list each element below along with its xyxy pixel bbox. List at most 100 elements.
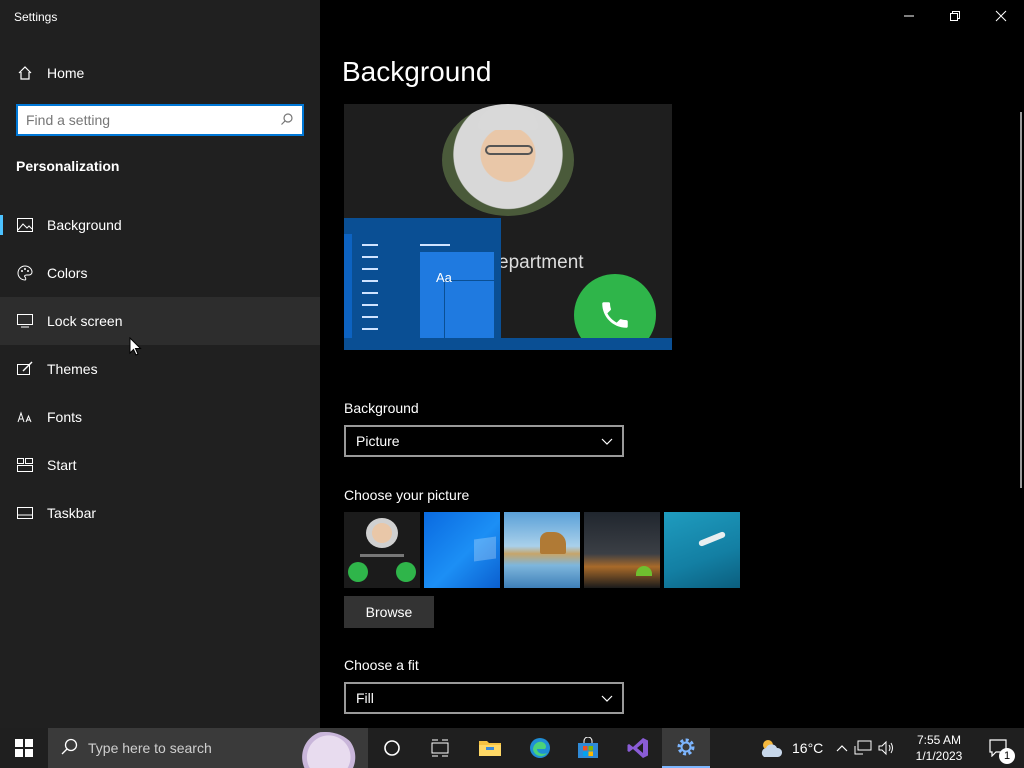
find-setting-input[interactable]	[26, 111, 276, 129]
visual-studio-icon	[627, 738, 648, 758]
nav-home[interactable]: Home	[0, 49, 320, 97]
find-setting-search[interactable]	[16, 104, 304, 136]
cortana-icon	[384, 740, 400, 756]
nav-item-themes[interactable]: Themes	[0, 345, 320, 393]
background-type-dropdown[interactable]: Picture	[344, 425, 624, 457]
nav-item-label: Lock screen	[47, 313, 123, 329]
nav-item-label: Background	[47, 217, 122, 233]
nav-item-label: Themes	[47, 361, 98, 377]
preview-tile-grid	[444, 280, 494, 340]
background-type-value: Picture	[356, 433, 400, 449]
scrollbar[interactable]	[1020, 112, 1022, 488]
close-button[interactable]	[978, 0, 1024, 32]
chevron-down-icon	[600, 691, 614, 710]
thumb-caption	[360, 554, 404, 557]
picture-thumbnail-night-sky[interactable]	[584, 512, 660, 588]
settings-nav-pane: Settings Home Personalization Background…	[0, 0, 320, 728]
taskbar-search-box[interactable]: Type here to search	[48, 728, 368, 768]
home-icon	[16, 64, 34, 82]
microsoft-store-button[interactable]	[564, 728, 612, 768]
cortana-button[interactable]	[368, 728, 416, 768]
thumb-call-icon	[348, 562, 368, 582]
background-preview: epartment Aa	[344, 104, 672, 350]
nav-item-label: Fonts	[47, 409, 83, 425]
picture-thumbnail-windows-blue[interactable]	[424, 512, 500, 588]
action-center-button[interactable]: 1	[978, 728, 1018, 768]
file-explorer-button[interactable]	[466, 728, 514, 768]
preview-department-text: epartment	[498, 252, 584, 273]
taskbar-icon	[16, 504, 34, 522]
search-icon	[60, 738, 78, 761]
thumb-tent	[636, 566, 652, 576]
picture-thumbnail-underwater[interactable]	[664, 512, 740, 588]
chevron-up-icon[interactable]	[836, 743, 848, 753]
volume-icon[interactable]	[878, 740, 896, 756]
restore-button[interactable]	[932, 0, 978, 32]
nav-item-label: Taskbar	[47, 505, 97, 521]
nav-item-start[interactable]: Start	[0, 441, 320, 489]
clock[interactable]: 7:55 AM 1/1/2023	[908, 732, 970, 764]
temperature-text: 16°C	[792, 740, 824, 756]
file-explorer-icon	[479, 741, 501, 756]
fit-value: Fill	[356, 690, 374, 706]
system-tray	[836, 728, 896, 768]
preview-tile-header	[420, 244, 450, 246]
browse-button[interactable]: Browse	[344, 596, 434, 628]
windows-taskbar: Type here to search 16°C 7:55 AM 1/1/202…	[0, 728, 1024, 768]
preview-start-list	[350, 244, 384, 340]
nav-item-lock-screen[interactable]: Lock screen	[0, 297, 320, 345]
nav-item-fonts[interactable]: Fonts	[0, 393, 320, 441]
nav-home-label: Home	[47, 65, 85, 81]
nav-item-colors[interactable]: Colors	[0, 249, 320, 297]
choose-picture-label: Choose your picture	[344, 487, 470, 503]
themes-brush-icon	[16, 360, 34, 378]
palette-icon	[16, 264, 34, 282]
settings-gear-icon	[677, 738, 695, 756]
task-view-icon	[431, 739, 449, 757]
choose-fit-label: Choose a fit	[344, 657, 419, 673]
nav-item-taskbar[interactable]: Taskbar	[0, 489, 320, 537]
picture-thumbnail-portrait[interactable]	[344, 512, 420, 588]
edge-button[interactable]	[516, 728, 564, 768]
settings-taskbar-button[interactable]	[662, 728, 710, 768]
restore-icon	[950, 11, 960, 21]
minimize-icon	[904, 15, 914, 17]
thumb-call-icon	[396, 562, 416, 582]
fit-dropdown[interactable]: Fill	[344, 682, 624, 714]
partly-cloudy-icon	[761, 740, 783, 757]
picture-icon	[16, 216, 34, 234]
search-highlight-illustration	[288, 732, 362, 768]
microsoft-store-icon	[578, 737, 598, 758]
start-layout-icon	[16, 456, 34, 474]
visual-studio-button[interactable]	[614, 728, 662, 768]
minimize-button[interactable]	[886, 0, 932, 32]
nav-item-label: Start	[47, 457, 77, 473]
weather-widget[interactable]: 16°C	[758, 728, 823, 768]
windows-logo-icon	[15, 739, 33, 757]
network-icon[interactable]	[854, 740, 872, 756]
section-heading: Personalization	[16, 158, 120, 174]
nav-item-label: Colors	[47, 265, 88, 281]
lock-screen-icon	[16, 312, 34, 330]
picture-thumbnail-beach-rock[interactable]	[504, 512, 580, 588]
preview-taskbar	[344, 338, 672, 350]
picture-thumbnails	[344, 512, 740, 588]
start-button[interactable]	[0, 728, 48, 768]
chevron-down-icon	[600, 434, 614, 453]
thumb-rock	[540, 532, 566, 554]
nav-item-background[interactable]: Background	[0, 201, 320, 249]
search-icon	[280, 112, 294, 131]
settings-content-pane: Background epartment Aa Background Pictu…	[320, 0, 1024, 728]
task-view-button[interactable]	[416, 728, 464, 768]
close-icon	[995, 10, 1007, 22]
preview-sample-text: Aa	[436, 270, 452, 285]
page-title: Background	[342, 56, 492, 87]
mouse-cursor-icon	[129, 337, 142, 356]
taskbar-search-text: Type here to search	[88, 740, 212, 756]
app-title: Settings	[14, 10, 58, 24]
portrait-hair	[478, 108, 538, 130]
clock-time: 7:55 AM	[916, 733, 962, 747]
fonts-icon	[16, 408, 34, 426]
notification-badge: 1	[999, 748, 1015, 764]
thumb-portrait	[366, 518, 398, 548]
